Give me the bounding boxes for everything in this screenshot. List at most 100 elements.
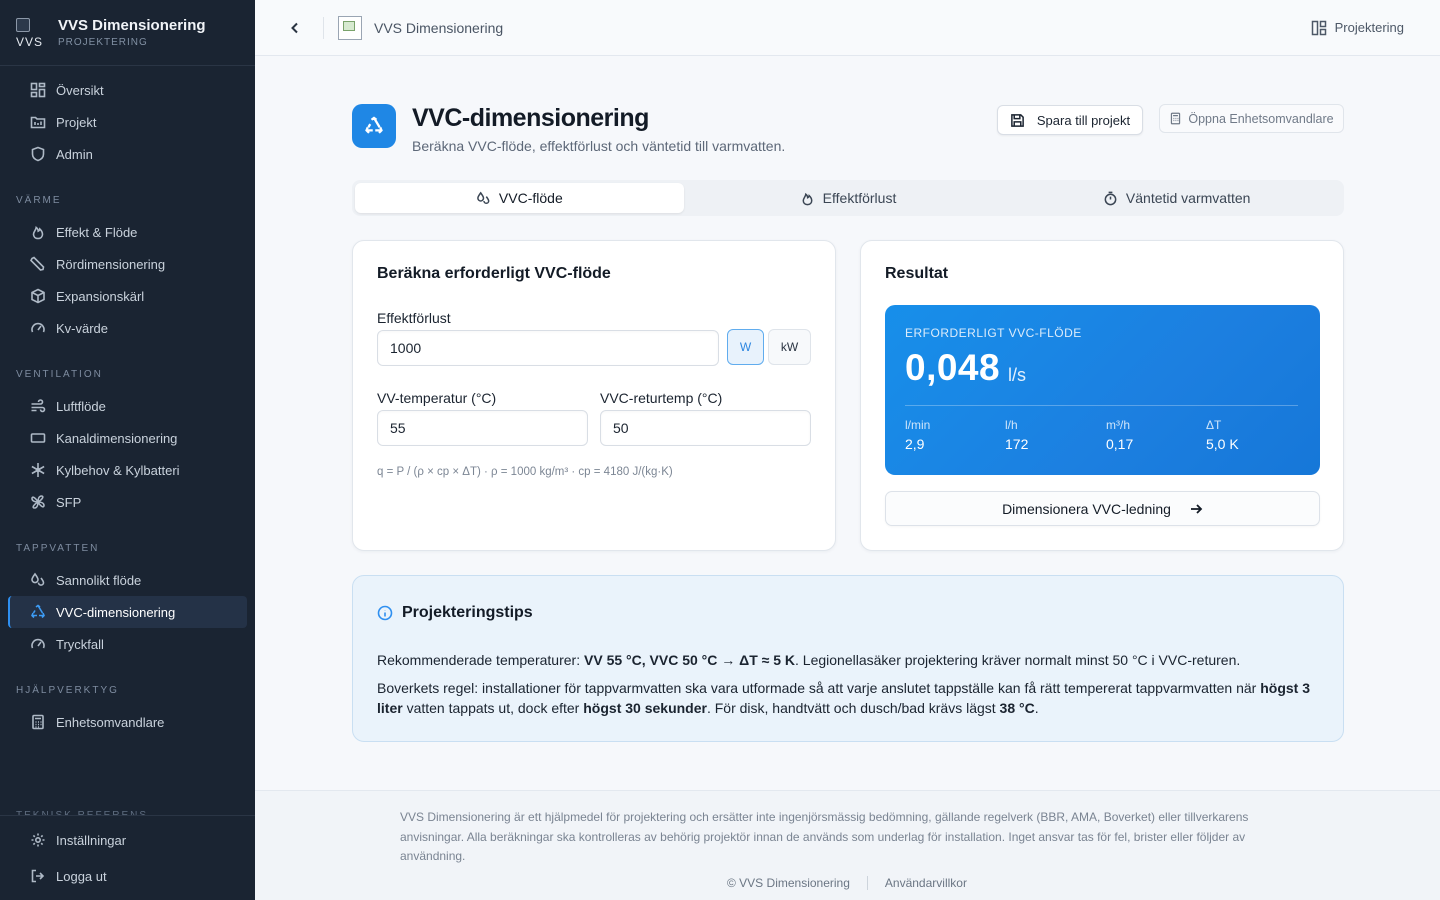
shield-icon	[31, 146, 45, 162]
info-icon	[377, 605, 393, 621]
footer: VVS Dimensionering är ett hjälpmedel för…	[255, 790, 1440, 900]
result-value: 0,048	[905, 347, 1001, 388]
sidebar-item-rordimensionering[interactable]: Rördimensionering	[8, 248, 247, 280]
metric-key: l/h	[1005, 418, 1018, 432]
sidebar-item-label: Enhetsomvandlare	[56, 714, 165, 730]
metric-value: 0,17	[1106, 436, 1134, 452]
timer-icon	[1104, 191, 1117, 205]
tips-text: vatten tappats ut, dock efter	[402, 700, 584, 716]
sidebar-item-label: Översikt	[56, 82, 104, 98]
tips-emphasis: högst 30 sekunder	[583, 700, 707, 716]
sidebar-item-enhetsomvandlare[interactable]: Enhetsomvandlare	[8, 706, 247, 738]
topbar: VVS Dimensionering Projektering	[255, 0, 1440, 56]
wind-icon	[31, 399, 46, 413]
sidebar-item-label: Admin	[56, 146, 93, 162]
input-card-title: Beräkna erforderligt VVC-flöde	[377, 265, 611, 282]
sidebar-item-oversikt[interactable]: Översikt	[8, 74, 247, 106]
save-icon	[1011, 113, 1024, 127]
sidebar-item-logga-ut[interactable]: Logga ut	[8, 860, 247, 892]
sidebar-item-kv-varde[interactable]: Kv-värde	[8, 312, 247, 344]
section-title-ventilation: VENTILATION	[16, 368, 103, 380]
droplets-icon	[31, 572, 45, 586]
sidebar-item-label: Rördimensionering	[56, 256, 166, 272]
sidebar-item-label: Luftflöde	[56, 398, 106, 414]
metric-lmin: l/min 2,9	[905, 418, 930, 452]
input-card: Beräkna erforderligt VVC-flöde Effektför…	[352, 240, 836, 551]
wrench-icon	[30, 256, 45, 271]
metric-key: l/min	[905, 418, 931, 432]
vv-temp-input[interactable]: 55	[377, 410, 588, 446]
gauge-icon	[31, 638, 45, 649]
sidebar-item-label: Kylbehov & Kylbatteri	[56, 462, 180, 478]
formula-text: q = P / (ρ × cp × ΔT) · ρ = 1000 kg/m³ ·…	[377, 466, 673, 478]
flame-icon	[32, 226, 44, 240]
metric-delta-t: ΔT 5,0 K	[1206, 418, 1239, 452]
arrow-right-icon	[1190, 503, 1203, 514]
sidebar-item-effekt-flode[interactable]: Effekt & Flöde	[8, 216, 247, 248]
brand-logo: VVS	[16, 17, 46, 49]
snowflake-icon	[31, 463, 45, 477]
metric-value: 5,0 K	[1206, 436, 1239, 452]
unit-kw-button[interactable]: kW	[768, 329, 811, 365]
sidebar-item-kylbehov[interactable]: Kylbehov & Kylbatteri	[8, 454, 247, 486]
sidebar-item-label: Projekt	[56, 114, 97, 130]
tab-vvc-flode[interactable]: VVC-flöde	[355, 183, 684, 213]
dimension-vvc-pipe-button[interactable]: Dimensionera VVC-ledning	[885, 491, 1320, 526]
sidebar-item-label: Inställningar	[56, 832, 127, 848]
metric-value: 2,9	[905, 436, 925, 452]
open-converter-button[interactable]: Öppna Enhetsomvandlare	[1159, 104, 1344, 133]
layout-icon	[1311, 20, 1326, 35]
tips-emphasis: 38 °C	[999, 700, 1035, 716]
tab-effektforlust[interactable]: Effektförlust	[684, 183, 1013, 213]
terms-link[interactable]: Användarvillkor	[885, 876, 967, 890]
tips-text: . Legionellasäker projektering kräver no…	[795, 652, 1241, 668]
sidebar-item-admin[interactable]: Admin	[8, 138, 247, 170]
projektering-button[interactable]: Projektering	[1311, 20, 1404, 36]
calculator-icon	[1171, 112, 1181, 125]
sidebar-item-label: Sannolikt flöde	[56, 572, 142, 588]
sidebar-item-installningar[interactable]: Inställningar	[8, 824, 247, 856]
unit-w-button[interactable]: W	[727, 329, 764, 365]
box-icon	[31, 288, 45, 304]
metric-lh: l/h 172	[1005, 418, 1028, 452]
projektering-label: Projektering	[1334, 20, 1404, 35]
section-title-tappvatten: TAPPVATTEN	[16, 542, 100, 554]
sidebar-bottom: Inställningar Logga ut	[0, 815, 255, 892]
topbar-title: VVS Dimensionering	[374, 19, 504, 36]
effect-label: Effektförlust	[377, 310, 451, 326]
brand[interactable]: VVS VVS Dimensionering PROJEKTERING	[0, 0, 255, 66]
vvc-temp-input[interactable]: 50	[600, 410, 811, 446]
sidebar-item-expansionskarl[interactable]: Expansionskärl	[8, 280, 247, 312]
sidebar-item-sfp[interactable]: SFP	[8, 486, 247, 518]
sidebar-item-luftflode[interactable]: Luftflöde	[8, 390, 247, 422]
tab-bar: VVC-flöde Effektförlust Väntetid varmvat…	[352, 180, 1344, 216]
sidebar-item-tryckfall[interactable]: Tryckfall	[8, 628, 247, 660]
tab-vantetid[interactable]: Väntetid varmvatten	[1012, 183, 1341, 213]
effect-input[interactable]: 1000	[377, 330, 719, 366]
sidebar-item-sannolikt-flode[interactable]: Sannolikt flöde	[8, 564, 247, 596]
tips-text: . För disk, handtvätt och dusch/bad kräv…	[706, 700, 1000, 716]
save-to-project-button[interactable]: Spara till projekt	[997, 105, 1143, 135]
recycle-icon	[365, 116, 383, 134]
section-title-hjalpverktyg: HJÄLPVERKTYG	[16, 684, 119, 696]
calculator-icon	[32, 714, 44, 730]
chevron-left-icon	[291, 22, 298, 33]
open-converter-label: Öppna Enhetsomvandlare	[1188, 111, 1334, 126]
rectangle-icon	[30, 433, 46, 443]
back-button[interactable]	[285, 18, 305, 38]
broken-image-icon	[16, 17, 30, 32]
result-unit: l/s	[1008, 365, 1026, 385]
fan-icon	[31, 495, 45, 509]
tips-heading: Projekteringstips	[377, 604, 533, 622]
sidebar-item-vvc-dimensionering[interactable]: VVC-dimensionering	[8, 596, 247, 628]
dimension-button-label: Dimensionera VVC-ledning	[1002, 500, 1171, 517]
sidebar-item-kanaldimensionering[interactable]: Kanaldimensionering	[8, 422, 247, 454]
result-card-title: Resultat	[885, 265, 949, 282]
broken-image-icon	[338, 15, 362, 40]
sidebar-item-projekt[interactable]: Projekt	[8, 106, 247, 138]
flame-icon	[802, 192, 813, 205]
result-label: ERFORDERLIGT VVC-FLÖDE	[905, 326, 1082, 340]
save-label: Spara till projekt	[1036, 112, 1131, 128]
tips-emphasis: VV 55 °C, VVC 50 °C → ΔT ≈ 5 K	[584, 652, 796, 668]
sidebar: VVS VVS Dimensionering PROJEKTERING Över…	[0, 0, 255, 900]
